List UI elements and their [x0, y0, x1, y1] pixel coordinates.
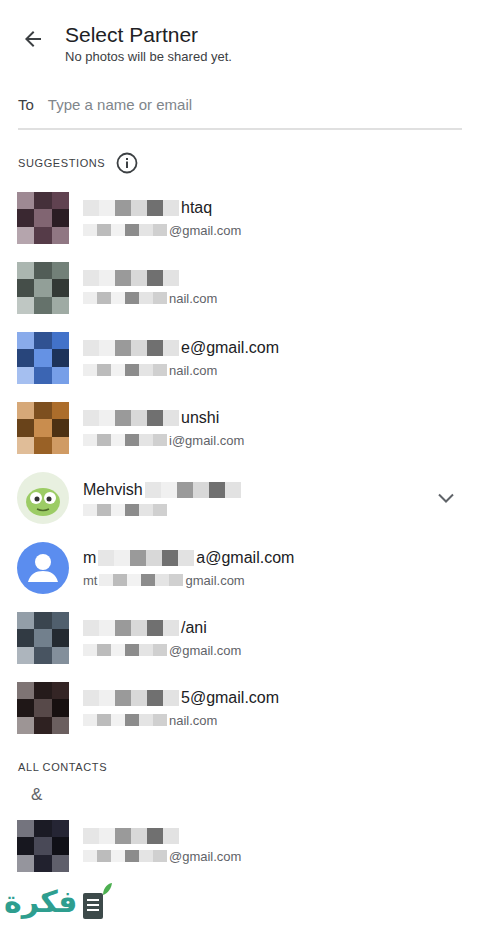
recipient-field[interactable]: To Type a name or email	[0, 70, 480, 128]
contact-name	[83, 828, 462, 844]
redacted-block	[83, 340, 179, 356]
contact-texts: e@gmail.com nail.com	[83, 338, 462, 379]
person-icon	[17, 542, 69, 594]
contact-email: @gmail.com	[83, 642, 462, 659]
contact-avatar	[17, 402, 69, 454]
redacted-block	[83, 850, 167, 862]
suggestions-label: SUGGESTIONS	[0, 130, 480, 183]
contact-avatar	[17, 192, 69, 244]
contact-row[interactable]: nail.com	[0, 253, 480, 323]
redacted-block	[83, 224, 167, 236]
contact-email: mtgmail.com	[83, 572, 462, 589]
contact-avatar	[17, 820, 69, 872]
contact-avatar	[17, 682, 69, 734]
contact-row[interactable]: Mehvish	[0, 463, 480, 533]
redacted-block	[83, 504, 167, 516]
contact-avatar	[17, 472, 69, 524]
contact-avatar	[17, 542, 69, 594]
contact-row[interactable]: e@gmail.com nail.com	[0, 323, 480, 393]
redacted-block	[83, 828, 179, 844]
divider	[18, 128, 462, 130]
contact-texts: ma@gmail.com mtgmail.com	[83, 548, 462, 589]
all-contacts-label: ALL CONTACTS	[0, 743, 480, 777]
contact-name: /ani	[83, 618, 462, 638]
redacted-block	[83, 410, 179, 426]
contact-row[interactable]: @gmail.com	[0, 811, 480, 881]
title: Select Partner	[65, 22, 232, 48]
redacted-block	[83, 434, 167, 446]
contact-email: @gmail.com	[83, 848, 462, 865]
to-label: To	[18, 96, 34, 113]
contact-name: e@gmail.com	[83, 338, 462, 358]
contact-name	[83, 270, 462, 286]
contact-name: Mehvish	[83, 480, 420, 500]
contact-email: i@gmail.com	[83, 432, 462, 449]
contact-texts: 5@gmail.com nail.com	[83, 688, 462, 729]
group-letter: &	[0, 777, 480, 811]
contact-email: nail.com	[83, 290, 462, 307]
contact-name: unshi	[83, 408, 462, 428]
back-arrow-icon[interactable]	[21, 27, 45, 51]
contact-row[interactable]: 5@gmail.com nail.com	[0, 673, 480, 743]
redacted-block	[83, 200, 179, 216]
contact-row[interactable]: /ani @gmail.com	[0, 603, 480, 673]
title-group: Select PartnerNo photos will be shared y…	[65, 22, 232, 65]
app-bar: Select PartnerNo photos will be shared y…	[0, 0, 480, 70]
contact-row[interactable]: unshi i@gmail.com	[0, 393, 480, 463]
contact-texts: Mehvish	[83, 480, 420, 516]
expand-chevron-icon[interactable]	[434, 486, 458, 510]
contact-email	[83, 504, 420, 516]
info-icon[interactable]	[115, 151, 139, 175]
contact-list: @gmail.com	[0, 811, 480, 881]
contact-email: nail.com	[83, 362, 462, 379]
contact-name: ma@gmail.com	[83, 548, 462, 568]
contact-avatar	[17, 332, 69, 384]
contact-texts: nail.com	[83, 270, 462, 307]
recipient-input[interactable]: Type a name or email	[48, 96, 192, 113]
redacted-block	[83, 270, 179, 286]
subtitle: No photos will be shared yet.	[65, 48, 232, 65]
suggestion-list: htaq @gmail.com nail.com e@gmail.com nail.co…	[0, 183, 480, 743]
redacted-block	[83, 714, 167, 726]
contact-row[interactable]: ma@gmail.com mtgmail.com	[0, 533, 480, 603]
redacted-block	[83, 690, 179, 706]
contact-avatar	[17, 612, 69, 664]
cartoon-face-icon	[17, 472, 69, 524]
watermark-text: فكرة	[4, 883, 77, 921]
redacted-block	[83, 292, 167, 304]
watermark-logo: فكرة	[0, 879, 117, 923]
contact-email: nail.com	[83, 712, 462, 729]
book-leaf-icon	[79, 881, 113, 921]
contact-email: @gmail.com	[83, 222, 462, 239]
redacted-block	[83, 620, 179, 636]
contact-name: 5@gmail.com	[83, 688, 462, 708]
contact-name: htaq	[83, 198, 462, 218]
contact-texts: @gmail.com	[83, 828, 462, 865]
redacted-block	[145, 482, 241, 498]
contact-texts: /ani @gmail.com	[83, 618, 462, 659]
redacted-block	[83, 644, 167, 656]
contact-texts: htaq @gmail.com	[83, 198, 462, 239]
contact-avatar	[17, 262, 69, 314]
redacted-block	[83, 364, 167, 376]
select-partner-screen: Select PartnerNo photos will be shared y…	[0, 0, 480, 929]
contact-texts: unshi i@gmail.com	[83, 408, 462, 449]
contact-row[interactable]: htaq @gmail.com	[0, 183, 480, 253]
redacted-block	[98, 550, 194, 566]
redacted-block	[99, 574, 183, 586]
